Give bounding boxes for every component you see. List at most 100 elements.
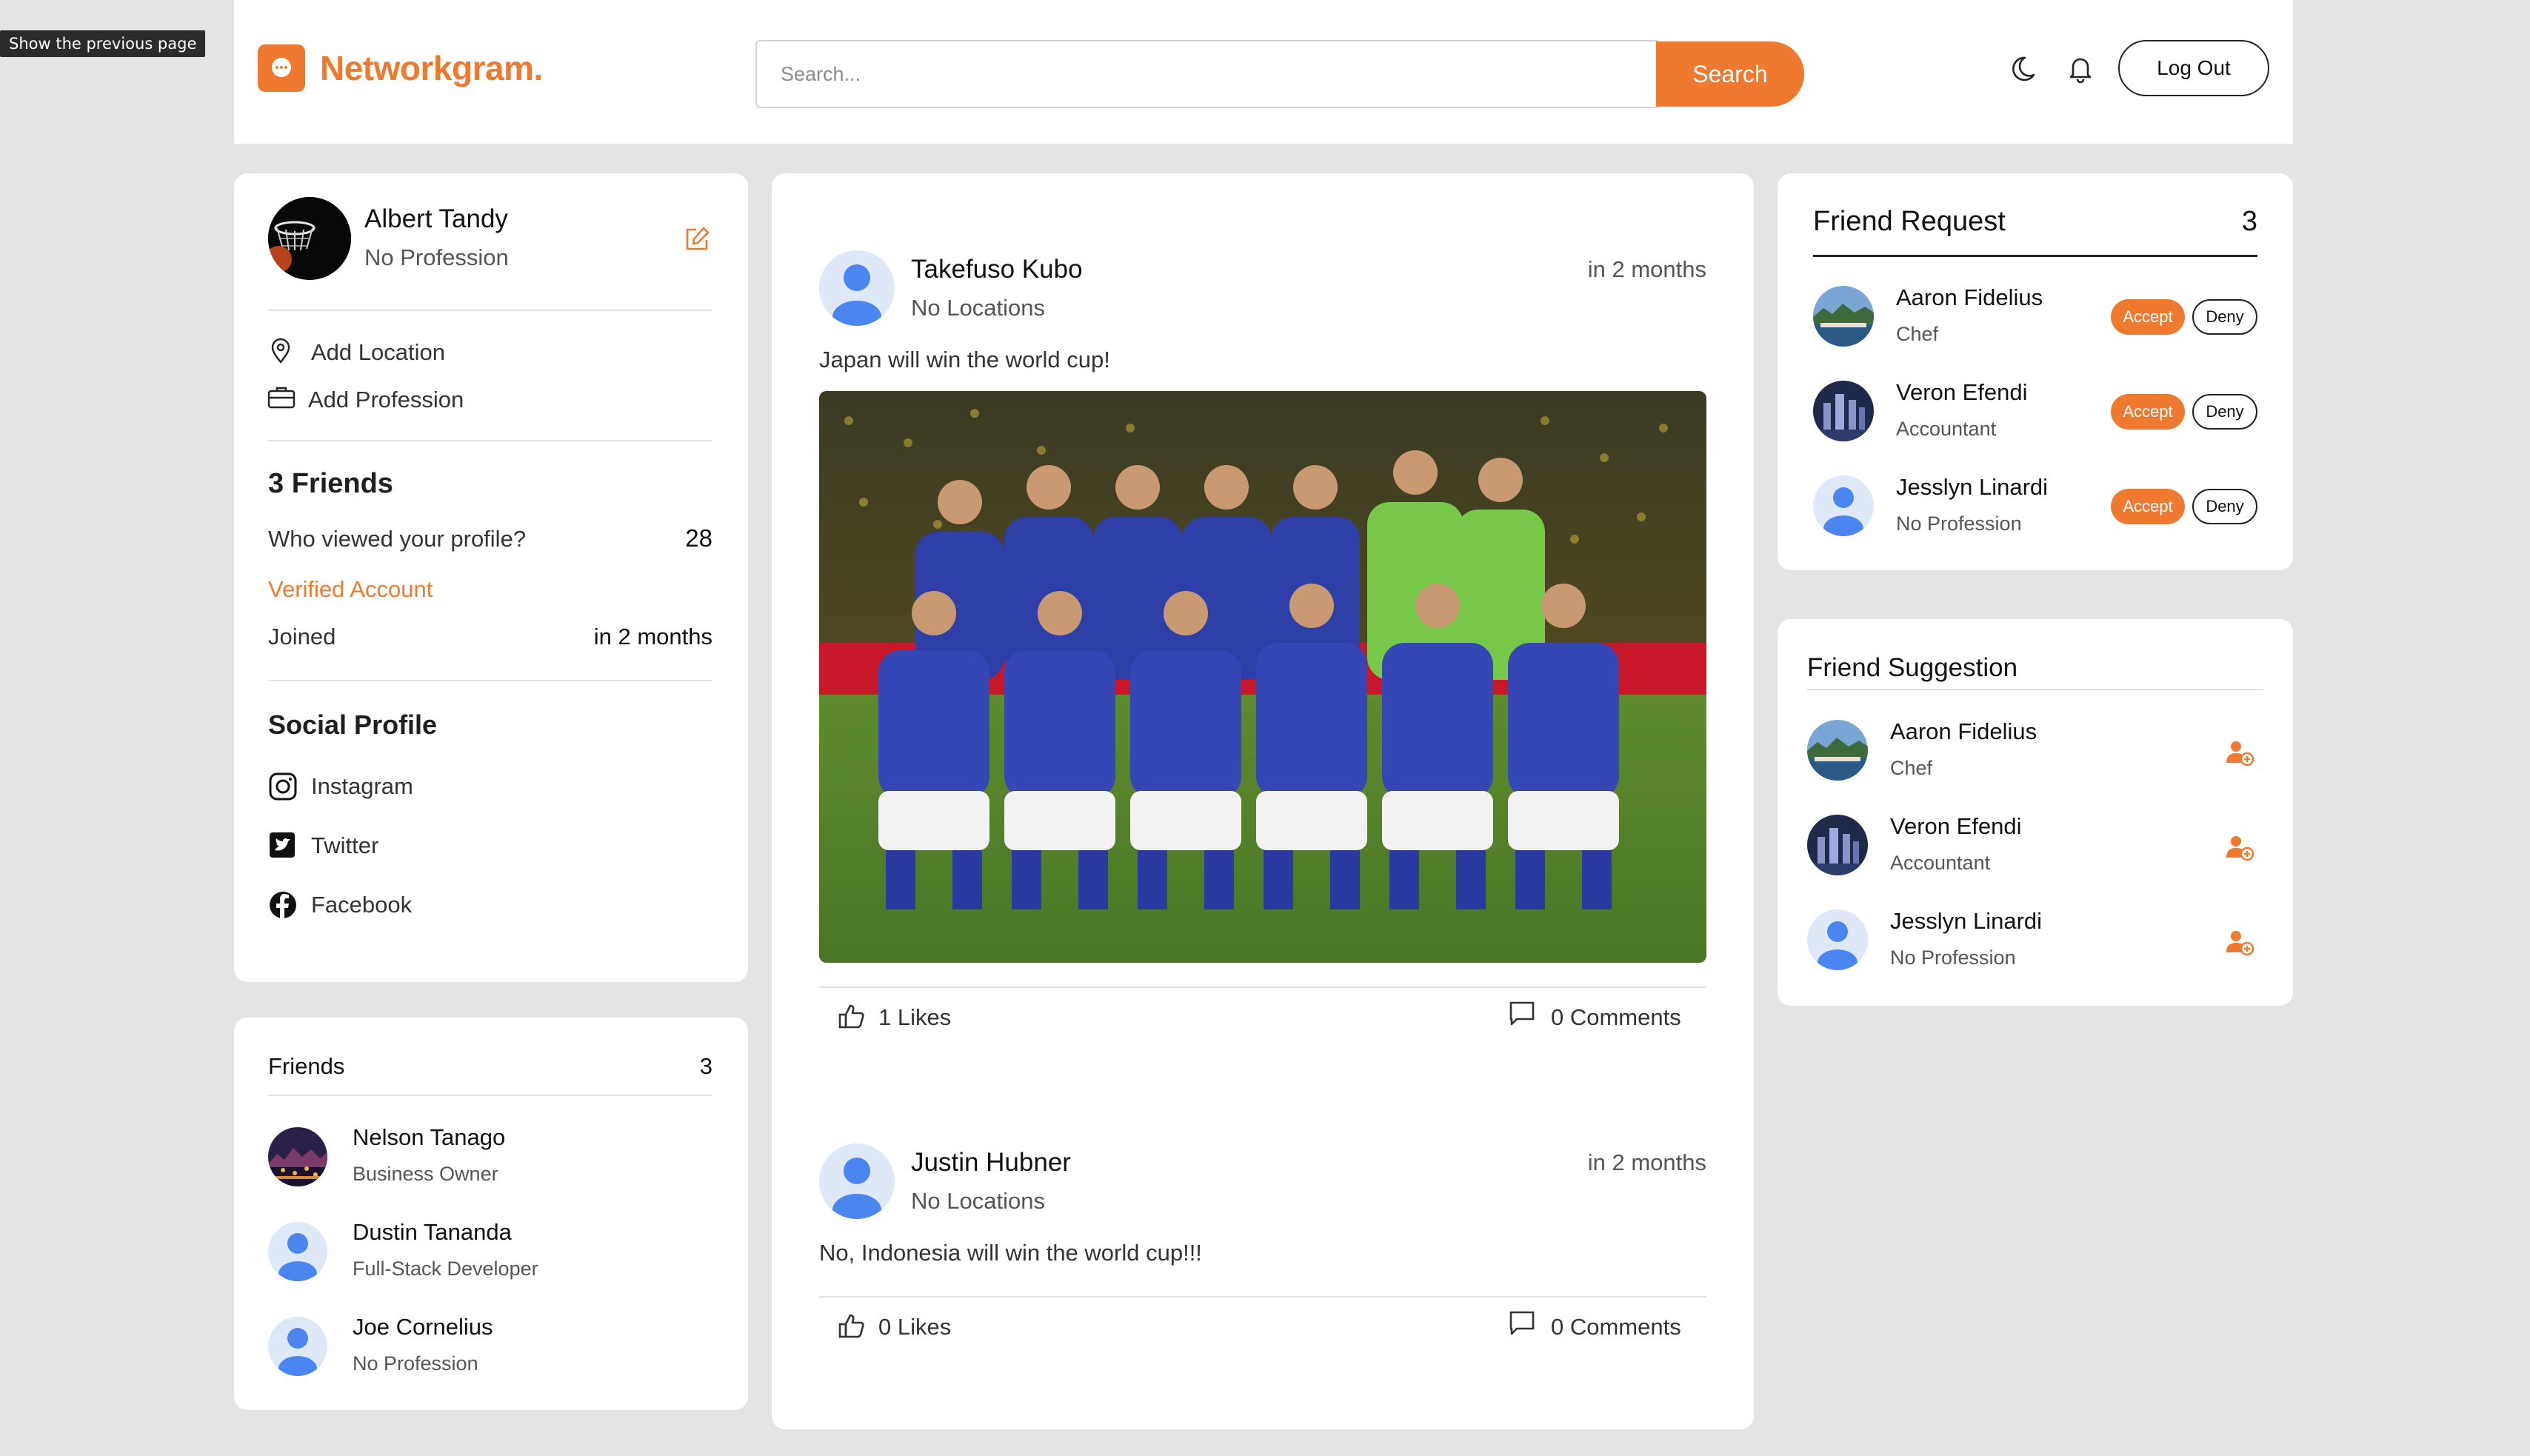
- post-text: No, Indonesia will win the world cup!!!: [819, 1240, 1202, 1266]
- comment-count[interactable]: 0 Comments: [1551, 1314, 1681, 1340]
- deny-button[interactable]: Deny: [2192, 299, 2257, 335]
- post-author-avatar[interactable]: [819, 1143, 895, 1219]
- request-name[interactable]: Aaron Fidelius: [1896, 284, 2043, 311]
- post-author-avatar[interactable]: [819, 250, 895, 326]
- post-image[interactable]: [819, 391, 1706, 963]
- post-author-name[interactable]: Justin Hubner: [911, 1148, 1071, 1178]
- suggestion-name[interactable]: Veron Efendi: [1890, 813, 2022, 840]
- request-role: No Profession: [1896, 512, 2022, 535]
- back-tooltip: Show the previous page: [0, 30, 206, 57]
- search-input[interactable]: [755, 40, 1658, 108]
- suggestion-role: No Profession: [1890, 946, 2016, 969]
- suggestion-avatar[interactable]: [1807, 909, 1868, 970]
- like-icon[interactable]: [837, 1001, 868, 1032]
- request-name[interactable]: Veron Efendi: [1896, 379, 2028, 406]
- add-friend-icon[interactable]: [2225, 927, 2254, 957]
- facebook-icon: [268, 890, 298, 920]
- profile-profession: No Profession: [364, 244, 509, 270]
- add-location-link[interactable]: Add Location: [311, 339, 445, 366]
- friend-role: Business Owner: [353, 1163, 498, 1185]
- post-text: Japan will win the world cup!: [819, 347, 1110, 373]
- deny-button[interactable]: Deny: [2192, 394, 2257, 430]
- instagram-link[interactable]: Instagram: [311, 773, 413, 800]
- divider: [268, 680, 712, 681]
- facebook-link[interactable]: Facebook: [311, 892, 412, 918]
- profile-avatar[interactable]: [268, 197, 351, 280]
- request-avatar[interactable]: [1813, 286, 1874, 347]
- twitter-link[interactable]: Twitter: [311, 832, 378, 859]
- post-location: No Locations: [911, 1188, 1045, 1214]
- like-count[interactable]: 0 Likes: [878, 1314, 951, 1340]
- briefcase-icon: [267, 385, 296, 410]
- twitter-icon: [268, 831, 298, 861]
- friends-count: 3: [699, 1053, 712, 1079]
- profile-name: Albert Tandy: [364, 204, 508, 233]
- add-friend-icon[interactable]: [2225, 832, 2254, 862]
- like-icon[interactable]: [837, 1311, 868, 1342]
- social-profile-heading: Social Profile: [268, 709, 438, 740]
- post-location: No Locations: [911, 295, 1045, 321]
- moon-icon[interactable]: [2010, 52, 2044, 86]
- friend-avatar[interactable]: [268, 1127, 327, 1186]
- divider: [268, 440, 712, 441]
- comment-count[interactable]: 0 Comments: [1551, 1004, 1681, 1031]
- profile-card: Albert Tandy No Profession Add Location …: [234, 173, 748, 982]
- logout-button[interactable]: Log Out: [2118, 40, 2269, 96]
- logo-text: Networkgram.: [320, 49, 543, 87]
- deny-button[interactable]: Deny: [2192, 489, 2257, 524]
- like-count[interactable]: 1 Likes: [878, 1004, 951, 1031]
- divider: [268, 1095, 712, 1096]
- request-avatar[interactable]: [1813, 475, 1874, 536]
- location-pin-icon: [268, 338, 293, 364]
- edit-icon[interactable]: [683, 225, 712, 255]
- post-time: in 2 months: [1587, 256, 1706, 282]
- suggestion-role: Chef: [1890, 757, 1933, 779]
- add-friend-icon[interactable]: [2225, 738, 2254, 767]
- bell-icon[interactable]: [2063, 52, 2097, 86]
- divider: [819, 986, 1706, 988]
- friend-avatar[interactable]: [268, 1317, 327, 1376]
- request-role: Accountant: [1896, 418, 1997, 440]
- search-button[interactable]: Search: [1656, 41, 1804, 107]
- friends-card: Friends 3 Nelson Tanago Business Owner D…: [234, 1018, 748, 1410]
- instagram-icon: [268, 772, 298, 801]
- friends-count-heading: 3 Friends: [268, 468, 393, 499]
- joined-value: in 2 months: [593, 624, 712, 649]
- suggestion-name[interactable]: Aaron Fidelius: [1890, 718, 2037, 745]
- divider: [1813, 255, 2257, 257]
- post-time: in 2 months: [1587, 1149, 1706, 1175]
- suggestion-avatar[interactable]: [1807, 815, 1868, 875]
- friend-avatar[interactable]: [268, 1222, 327, 1281]
- friend-request-title: Friend Request: [1813, 206, 2006, 237]
- suggestion-name[interactable]: Jesslyn Linardi: [1890, 908, 2042, 935]
- divider: [819, 1296, 1706, 1298]
- friend-role: No Profession: [353, 1352, 478, 1375]
- request-role: Chef: [1896, 323, 1939, 345]
- accept-button[interactable]: Accept: [2111, 299, 2185, 335]
- friend-suggestion-card: Friend Suggestion Aaron Fidelius Chef Ve…: [1778, 619, 2293, 1006]
- friend-name[interactable]: Nelson Tanago: [353, 1124, 505, 1151]
- friend-name[interactable]: Dustin Tananda: [353, 1219, 512, 1246]
- comment-icon[interactable]: [1508, 1309, 1538, 1339]
- divider: [1807, 689, 2263, 690]
- friends-title: Friends: [268, 1053, 345, 1079]
- friend-request-card: Friend Request 3 Aaron Fidelius Chef Acc…: [1778, 173, 2293, 570]
- friend-request-count: 3: [2241, 206, 2257, 237]
- verified-account-label: Verified Account: [268, 576, 433, 602]
- accept-button[interactable]: Accept: [2111, 394, 2185, 430]
- request-name[interactable]: Jesslyn Linardi: [1896, 474, 2048, 501]
- chat-bubble-icon: [258, 44, 305, 92]
- friend-name[interactable]: Joe Cornelius: [353, 1314, 493, 1340]
- logo[interactable]: Networkgram.: [258, 44, 543, 92]
- accept-button[interactable]: Accept: [2111, 489, 2185, 524]
- suggestion-avatar[interactable]: [1807, 720, 1868, 781]
- friend-suggestion-title: Friend Suggestion: [1807, 653, 2018, 682]
- divider: [268, 310, 712, 311]
- joined-label: Joined: [268, 624, 336, 649]
- suggestion-role: Accountant: [1890, 852, 1991, 874]
- profile-views-count: 28: [685, 524, 712, 552]
- add-profession-link[interactable]: Add Profession: [308, 387, 464, 413]
- request-avatar[interactable]: [1813, 381, 1874, 441]
- comment-icon[interactable]: [1508, 1000, 1538, 1029]
- post-author-name[interactable]: Takefuso Kubo: [911, 255, 1083, 284]
